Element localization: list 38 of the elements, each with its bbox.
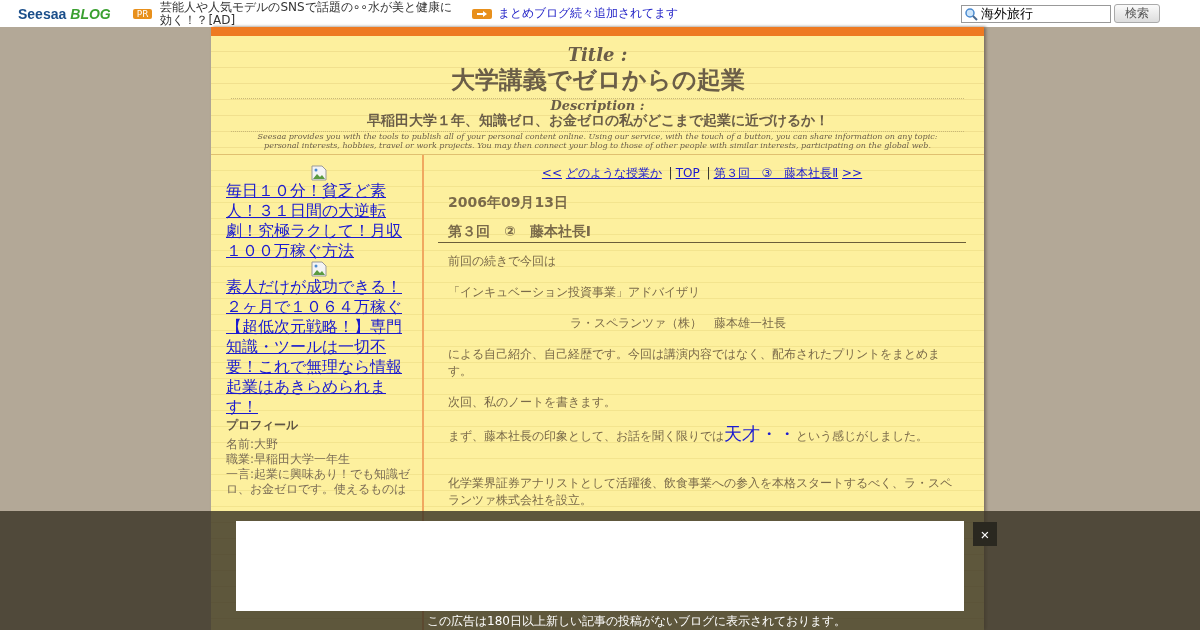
separator: |	[706, 166, 711, 180]
nav-link[interactable]: TOP	[675, 166, 700, 180]
paragraph: まず、藤本社長の印象として、お話を聞く限りでは天才・・という感じがしました。	[448, 425, 929, 445]
profile-heading: プロフィール	[226, 417, 299, 434]
ad-notice: この広告は180日以上新しい記事の投稿がないブログに表示されております。	[427, 613, 846, 630]
post-title: 第３回 ② 藤本社長Ⅰ	[438, 212, 966, 243]
broken-image-icon	[310, 261, 327, 277]
blurb-text: Seesaa provides you with the tools to publish all of your personal content online. Using our service, with the touch of a button, you can share information on any topic: personal interests, hobbies, travel or work projects. You may then connect your blog to those of other people with similar interests, participating on the global web.	[256, 132, 939, 150]
pr-badge: PR	[132, 8, 153, 19]
promo-link[interactable]: まとめブログ続々追加されてます	[498, 5, 679, 22]
nav-link[interactable]: 第３回 ③ 藤本社長Ⅱ	[713, 166, 839, 180]
paragraph: 前回の続きで今回は	[448, 253, 557, 270]
blog-title[interactable]: 大学講義でゼロからの起業	[231, 64, 964, 99]
description-label: Description :	[549, 99, 646, 112]
profile-text: 名前:大野	[226, 437, 280, 452]
nav-link[interactable]: >>	[842, 166, 863, 180]
ad-text[interactable]: 芸能人や人気モデルのSNSで話題の∘∘水が美と健康に効く！？[AD]	[160, 0, 461, 27]
paragraph: 化学業界証券アナリストとして活躍後、飲食事業への参入を本格スタートするべく、ラ・スペランツァ株式会社を設立。	[448, 475, 953, 509]
paragraph: 次回、私のノートを書きます。	[448, 394, 617, 411]
broken-image-icon	[310, 165, 327, 181]
logo-text[interactable]: Seesaa	[18, 5, 67, 22]
blog-description: 早稲田大学１年、知識ゼロ、お金ゼロの私がどこまで起業に近づけるか！	[231, 112, 964, 132]
search-field[interactable]: 海外旅行	[961, 4, 1111, 23]
ad-link[interactable]: 毎日１０分！貧乏ど素人！３１日間の大逆転劇！究極ラクして！月収１００万稼ぐ方法	[226, 181, 411, 261]
paragraph: による自己紹介、自己経歴です。今回は講演内容ではなく、配布されたプリントをまとめます。	[448, 346, 941, 380]
profile-text: 職業:早稲田大学一年生	[226, 452, 352, 467]
profile-text: 一言:起業に興味あり！でも知識ゼロ、お金ゼロです。使えるものは	[226, 467, 411, 497]
paragraph: 「インキュベーション投資事業」アドバイザリ	[448, 284, 701, 301]
separator: |	[668, 166, 673, 180]
nav-link[interactable]: どのような授業か	[565, 166, 662, 180]
title-label: Title :	[566, 46, 629, 64]
ad-link[interactable]: 素人だけが成功できる！２ヶ月で１０６４万稼ぐ【超低次元戦略！】専門知識・ツールは一切不要！これで無理なら情報起業はあきらめられます！	[226, 277, 411, 417]
search-icon	[964, 6, 978, 21]
post-date: 2006年09月13日	[448, 194, 569, 212]
paragraph: ラ・スペランツァ（株） 藤本雄一社長	[570, 315, 787, 332]
nav-link[interactable]: <<	[541, 166, 562, 180]
close-button[interactable]: ×	[973, 522, 997, 546]
search-button[interactable]: 検索	[1114, 4, 1160, 23]
